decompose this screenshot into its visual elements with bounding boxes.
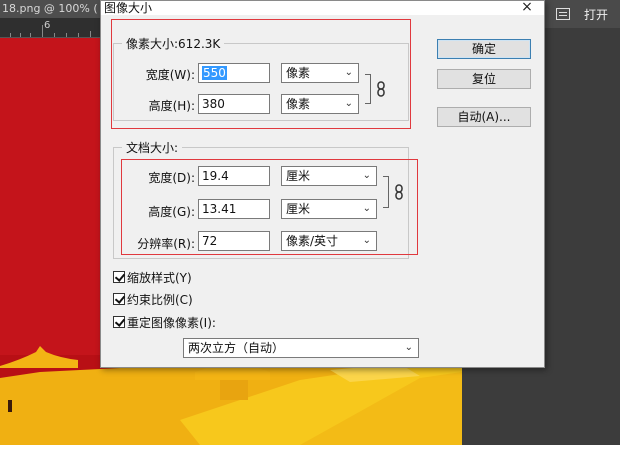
resample-checkbox[interactable]: 重定图像像素(I): <box>113 314 216 331</box>
constrain-label: 约束比例(C) <box>127 293 193 307</box>
scale-styles-checkbox[interactable]: 缩放样式(Y) <box>113 269 192 286</box>
resample-method-select[interactable]: 两次立方（自动） ⌄ <box>183 338 419 358</box>
constrain-proportions-checkbox[interactable]: 约束比例(C) <box>113 291 193 308</box>
open-button[interactable]: 打开 <box>584 6 608 23</box>
resample-method-value: 两次立方（自动） <box>188 341 285 355</box>
canvas-image-lower <box>0 355 462 445</box>
dialog-title: 图像大小 <box>104 1 153 15</box>
resample-label: 重定图像像素(I): <box>127 316 216 330</box>
document-size-highlight <box>121 159 418 255</box>
panel-menu-icon[interactable] <box>556 8 570 20</box>
image-size-dialog: 图像大小 × 像素大小:612.3K 宽度(W): 550 像素 ⌄ 高度(H):… <box>100 0 545 368</box>
dialog-titlebar[interactable]: 图像大小 × <box>101 0 544 15</box>
checkbox-checked-icon <box>113 271 125 283</box>
chevron-down-icon: ⌄ <box>404 342 413 353</box>
reset-button[interactable]: 复位 <box>437 69 531 89</box>
document-tab[interactable]: 18.png @ 100% ( <box>0 0 100 18</box>
document-size-title: 文档大小: <box>122 139 183 156</box>
scale-styles-label: 缩放样式(Y) <box>127 271 192 285</box>
ruler-number: 6 <box>44 20 51 31</box>
checkbox-checked-icon <box>113 293 125 305</box>
checkbox-checked-icon <box>113 316 125 328</box>
auto-button[interactable]: 自动(A)... <box>437 107 531 127</box>
close-button[interactable]: × <box>520 0 534 15</box>
horizontal-ruler: 6 <box>0 18 100 38</box>
page-footer-gap <box>0 445 620 452</box>
pixel-size-highlight <box>111 19 411 129</box>
ok-button[interactable]: 确定 <box>437 39 531 59</box>
